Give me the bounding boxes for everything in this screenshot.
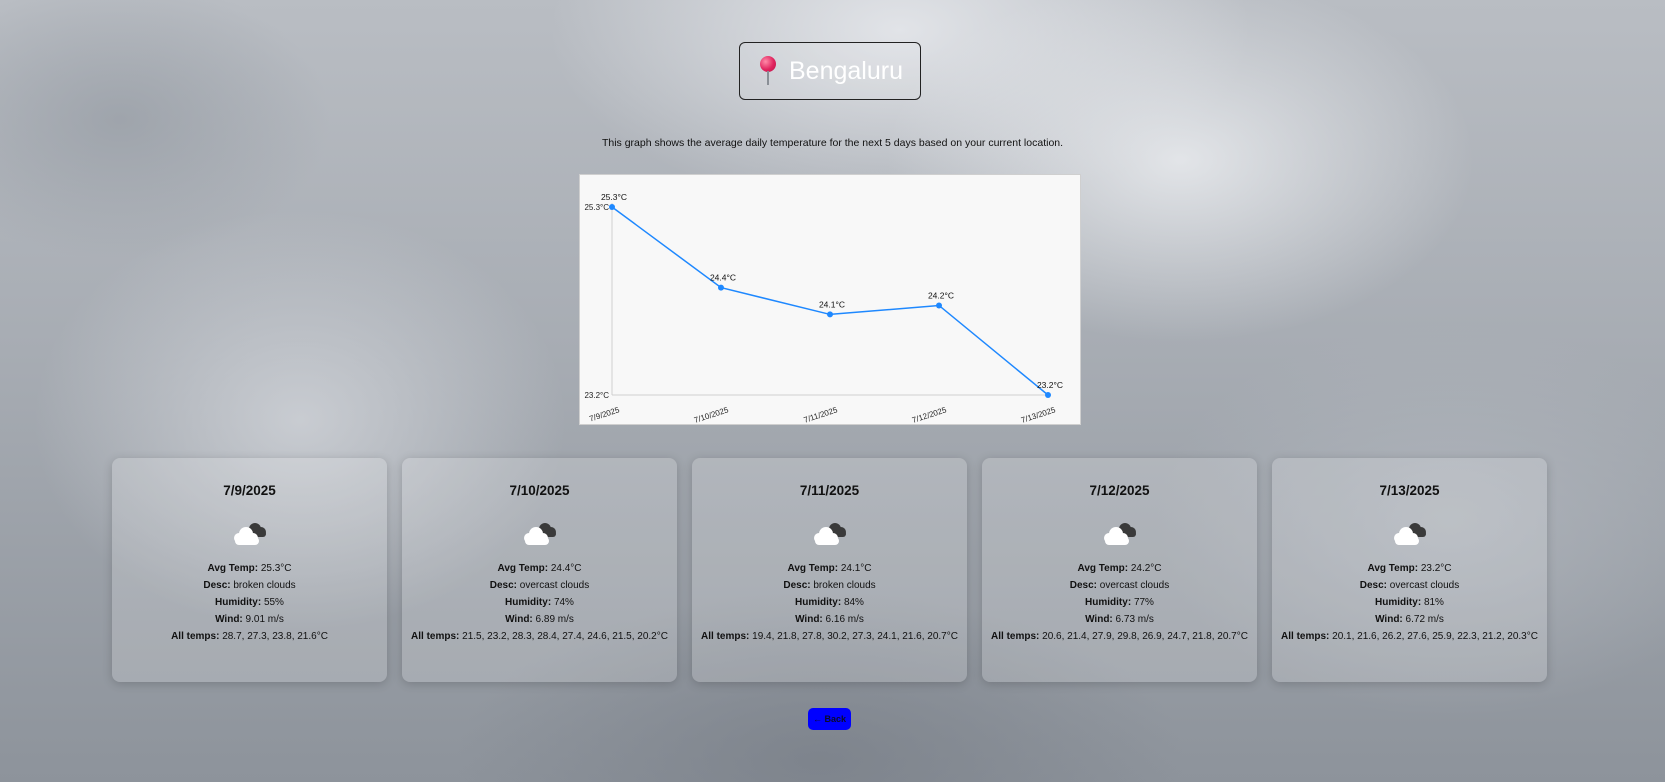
desc-row: Desc: broken clouds [783,580,876,591]
desc-row: Desc: broken clouds [203,580,296,591]
forecast-card: 7/10/2025 Avg Temp: 24.4°C Desc: overcas… [402,458,677,682]
x-tick-label: 7/10/2025 [693,405,730,425]
all-temps-row: All temps: 20.6, 21.4, 27.9, 29.8, 26.9,… [991,631,1248,642]
cloud-icon [1390,520,1430,546]
humidity-row: Humidity: 77% [1085,597,1154,608]
forecast-card: 7/13/2025 Avg Temp: 23.2°C Desc: overcas… [1272,458,1547,682]
avg-temp-row: Avg Temp: 23.2°C [1367,563,1452,574]
location-header: Bengaluru [739,42,921,100]
x-tick-label: 7/11/2025 [803,405,840,425]
y-tick-label: 23.2°C [584,391,609,400]
cloud-icon [1100,520,1140,546]
forecast-card: 7/12/2025 Avg Temp: 24.2°C Desc: overcas… [982,458,1257,682]
x-tick-label: 7/9/2025 [588,405,621,423]
all-temps-row: All temps: 19.4, 21.8, 27.8, 30.2, 27.3,… [701,631,958,642]
temperature-chart: 25.3°C 23.2°C 25.3°C 7/9/2025 24.4°C 7/10/202… [579,174,1081,425]
data-label: 24.4°C [710,273,736,283]
data-point [827,311,833,318]
avg-temp-row: Avg Temp: 24.4°C [497,563,582,574]
data-point [936,302,942,309]
desc-row: Desc: overcast clouds [1069,580,1170,591]
all-temps-row: All temps: 28.7, 27.3, 23.8, 21.6°C [171,631,328,642]
all-temps-row: All temps: 21.5, 23.2, 28.3, 28.4, 27.4,… [411,631,668,642]
wind-row: Wind: 6.73 m/s [1085,614,1154,625]
forecast-date: 7/12/2025 [1089,483,1150,498]
city-name: Bengaluru [789,56,903,85]
avg-temp-row: Avg Temp: 24.2°C [1077,563,1162,574]
desc-row: Desc: overcast clouds [1359,580,1460,591]
x-tick-label: 7/13/2025 [1020,405,1057,425]
wind-row: Wind: 6.89 m/s [505,614,574,625]
data-point [1045,392,1051,398]
data-point [609,204,615,210]
cloud-icon [810,520,850,546]
forecast-card: 7/11/2025 Avg Temp: 24.1°C Desc: broken … [692,458,967,682]
forecast-card: 7/9/2025 Avg Temp: 25.3°C Desc: broken c… [112,458,387,682]
data-label: 24.2°C [928,290,954,300]
humidity-row: Humidity: 84% [795,597,864,608]
cloud-icon [520,520,560,546]
wind-row: Wind: 9.01 m/s [215,614,284,625]
chart-description: This graph shows the average daily tempe… [601,137,1064,149]
data-label: 24.1°C [819,299,845,309]
humidity-row: Humidity: 81% [1375,597,1444,608]
desc-row: Desc: overcast clouds [489,580,590,591]
wind-row: Wind: 6.16 m/s [795,614,864,625]
temperature-chart-svg: 25.3°C 23.2°C 25.3°C 7/9/2025 24.4°C 7/10/202… [584,192,1063,425]
humidity-row: Humidity: 74% [505,597,574,608]
avg-temp-row: Avg Temp: 24.1°C [787,563,872,574]
y-tick-label: 25.3°C [584,203,609,212]
all-temps-row: All temps: 20.1, 21.6, 26.2, 27.6, 25.9,… [1281,631,1538,642]
forecast-date: 7/13/2025 [1379,483,1440,498]
cloud-icon [230,520,270,546]
forecast-date: 7/10/2025 [509,483,570,498]
forecast-date: 7/11/2025 [799,483,860,498]
back-button[interactable]: ← Back [808,708,851,730]
wind-row: Wind: 6.72 m/s [1375,614,1444,625]
data-label: 25.3°C [601,192,627,202]
pin-icon [757,56,779,86]
data-point [718,284,724,291]
x-tick-label: 7/12/2025 [911,405,948,425]
humidity-row: Humidity: 55% [215,597,284,608]
forecast-date: 7/9/2025 [223,483,276,498]
avg-temp-row: Avg Temp: 25.3°C [207,563,292,574]
data-label: 23.2°C [1037,380,1063,390]
